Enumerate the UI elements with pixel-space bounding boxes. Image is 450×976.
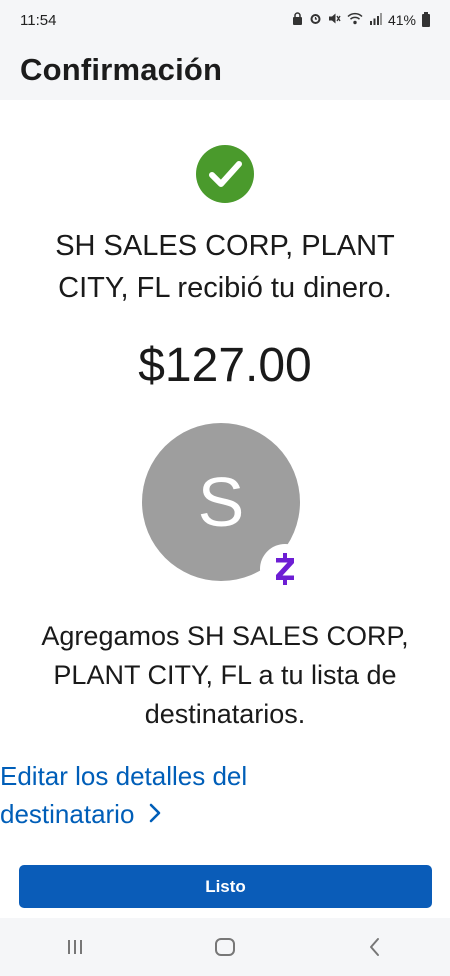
page-title: Confirmación	[20, 52, 223, 87]
wifi-icon	[347, 12, 363, 28]
check-circle-icon	[196, 145, 254, 203]
amount: $127.00	[138, 339, 312, 392]
confirmation-message: SH SALES CORP, PLANT CITY, FL recibió tu…	[55, 230, 395, 305]
status-icons: 41%	[292, 11, 430, 28]
signal-icon	[369, 12, 382, 28]
avatar-letter: S	[197, 463, 245, 541]
recent-apps-icon[interactable]	[45, 927, 105, 967]
status-time: 11:54	[20, 11, 57, 29]
edit-recipient-label: Editar los detalles del destinatario	[0, 761, 248, 829]
added-recipient-message: Agregamos SH SALES CORP, PLANT CITY, FL …	[41, 621, 409, 730]
app-header: Confirmación	[0, 40, 450, 100]
chevron-right-icon	[148, 796, 162, 834]
battery-icon	[422, 11, 430, 27]
alarm-icon	[309, 12, 322, 28]
system-nav-bar	[0, 918, 450, 976]
done-button[interactable]: Listo	[19, 865, 432, 908]
lock-icon	[292, 12, 303, 28]
edit-recipient-link[interactable]: Editar los detalles del destinatario	[0, 758, 320, 833]
zelle-icon	[260, 544, 310, 594]
battery-percent: 41%	[387, 12, 416, 28]
mute-icon	[328, 12, 341, 28]
status-bar: 11:54 41%	[0, 0, 450, 40]
back-icon[interactable]	[345, 927, 405, 967]
home-icon[interactable]	[195, 927, 255, 967]
